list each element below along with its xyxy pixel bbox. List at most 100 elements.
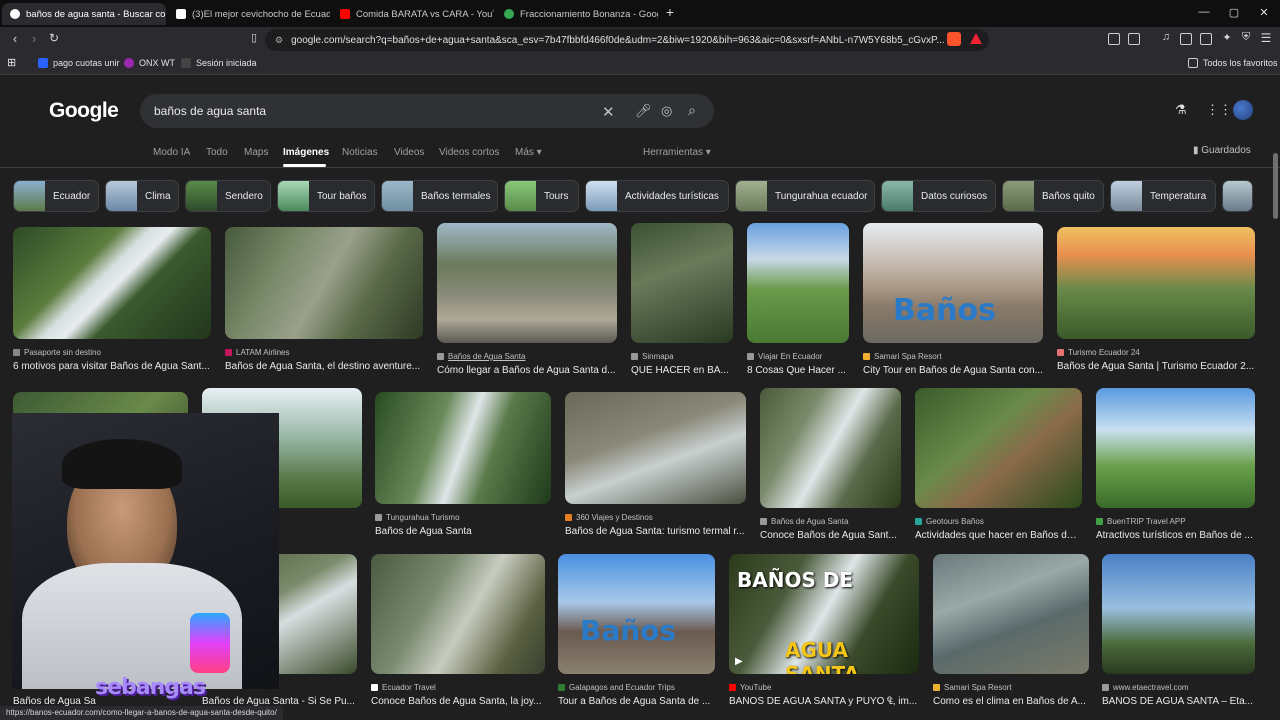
tab-todo[interactable]: Todo — [206, 147, 228, 158]
tab-noticias[interactable]: Noticias — [342, 147, 378, 158]
browser-tab[interactable]: Fraccionamiento Bonanza - Google M — [496, 3, 658, 25]
image-result[interactable]: Baños de Agua Santa Conoce Baños de Agua… — [760, 388, 901, 541]
result-title[interactable]: Baños de Agua Santa, el destino aventure… — [225, 361, 423, 372]
minimize-button[interactable]: — — [1194, 6, 1214, 18]
forward-button[interactable]: › — [25, 31, 43, 46]
image-result[interactable]: www.etaectravel.com BAÑOS DE AGUA SANTA … — [1102, 554, 1255, 707]
chip-banos-quito[interactable]: Baños quito — [1002, 180, 1104, 212]
wallet-icon[interactable] — [1200, 33, 1212, 45]
result-title[interactable]: 6 motivos para visitar Baños de Agua San… — [13, 361, 211, 372]
result-thumbnail[interactable]: BAÑOS DE AGUA SANTA ▶ — [729, 554, 919, 674]
browser-tab[interactable]: Comida BARATA vs CARA - YouTube — [332, 3, 494, 25]
chip-ecuador[interactable]: Ecuador — [13, 180, 99, 212]
result-title[interactable]: BAÑOS DE AGUA SANTA – Eta... — [1102, 696, 1255, 707]
chip-tours[interactable]: Tours — [504, 180, 579, 212]
result-thumbnail[interactable]: Baños — [558, 554, 715, 674]
result-title[interactable]: Conoce Baños de Agua Santa, la joy... — [371, 696, 545, 707]
screenshot-icon[interactable] — [1128, 33, 1140, 45]
vpn-shield-icon[interactable]: ⛨ — [1237, 31, 1255, 44]
tab-videos-cortos[interactable]: Videos cortos — [439, 147, 499, 158]
search-box[interactable]: baños de agua santa — [140, 94, 714, 128]
image-result[interactable]: Baños Galapagos and Ecuador Trips Tour a… — [558, 554, 715, 707]
brave-rewards-icon[interactable] — [970, 33, 982, 44]
result-thumbnail[interactable] — [1057, 227, 1255, 339]
chip-tungurahua-ecuador[interactable]: Tungurahua ecuador — [735, 180, 875, 212]
image-result[interactable]: Baños Samari Spa Resort City Tour en Bañ… — [863, 223, 1043, 376]
image-result[interactable]: 360 Viajes y Destinos Baños de Agua Sant… — [565, 392, 746, 537]
result-thumbnail[interactable] — [565, 392, 746, 504]
voice-search-icon[interactable]: 🎤︎ — [635, 103, 652, 119]
menu-icon[interactable]: ☰ — [1257, 31, 1275, 45]
result-thumbnail[interactable] — [375, 392, 551, 504]
result-title[interactable]: BAÑOS DE AGUA SANTA y PUYO ₠, im... — [729, 696, 919, 707]
back-button[interactable]: ‹ — [6, 31, 24, 46]
result-thumbnail[interactable] — [437, 223, 617, 343]
tools-button[interactable]: Herramientas ▾ — [643, 147, 711, 158]
result-thumbnail[interactable]: Baños — [863, 223, 1043, 343]
chip-clima[interactable]: Clima — [105, 180, 179, 212]
result-title[interactable]: Como es el clima en Baños de A... — [933, 696, 1089, 707]
site-info-icon[interactable]: ⚙ — [275, 35, 283, 46]
result-title[interactable]: Actividades que hacer en Baños de ... — [915, 530, 1082, 541]
image-result[interactable]: BAÑOS DE AGUA SANTA ▶ YouTube BAÑOS DE A… — [729, 554, 919, 707]
image-result[interactable]: Sinmapa QUÉ HACER en BA... — [631, 223, 733, 376]
tab-maps[interactable]: Maps — [244, 147, 268, 158]
image-result[interactable]: Geotours Baños Actividades que hacer en … — [915, 388, 1082, 541]
tab-modo-ia[interactable]: Modo IA — [153, 147, 190, 158]
bookmark-icon[interactable]: ▯ — [245, 31, 263, 44]
image-result[interactable]: Turismo Ecuador 24 Baños de Agua Santa |… — [1057, 227, 1255, 372]
image-result[interactable]: Viajar En Ecuador 8 Cosas Que Hacer ... — [747, 223, 849, 376]
result-title[interactable]: Baños de Agua Santa — [375, 526, 551, 537]
media-icon[interactable]: ♫ — [1157, 31, 1175, 43]
result-thumbnail[interactable] — [13, 227, 211, 339]
browser-tab[interactable]: (3)El mejor cevichocho de Ecuador| m — [168, 3, 330, 25]
image-result[interactable]: Pasaporte sin destino 6 motivos para vis… — [13, 227, 211, 372]
scrollbar[interactable] — [1273, 153, 1278, 219]
all-bookmarks-folder[interactable]: Todos los favoritos — [1188, 58, 1278, 68]
result-title[interactable]: 8 Cosas Que Hacer ... — [747, 365, 849, 376]
image-result[interactable]: Baños de Agua Santa Cómo llegar a Baños … — [437, 223, 617, 376]
result-thumbnail[interactable] — [225, 227, 423, 339]
reload-button[interactable]: ↻ — [45, 31, 63, 45]
tab-videos[interactable]: Videos — [394, 147, 424, 158]
tab-imagenes[interactable]: Imágenes — [283, 147, 329, 158]
extensions-icon[interactable] — [1108, 33, 1120, 45]
result-thumbnail[interactable] — [915, 388, 1082, 508]
apps-icon[interactable]: ⊞ — [7, 56, 16, 69]
image-result[interactable]: Ecuador Travel Conoce Baños de Agua Sant… — [371, 554, 545, 707]
google-logo[interactable]: Google — [49, 99, 119, 123]
result-title[interactable]: Atractivos turísticos en Baños de ... — [1096, 530, 1255, 541]
clear-search-icon[interactable]: ✕ — [602, 103, 615, 121]
labs-icon[interactable]: ⚗ — [1175, 102, 1187, 118]
search-input[interactable]: baños de agua santa — [154, 104, 266, 118]
lens-search-icon[interactable]: ◎ — [661, 103, 672, 119]
search-icon[interactable]: ⌕ — [688, 102, 696, 119]
avatar[interactable] — [1233, 100, 1253, 120]
result-thumbnail[interactable] — [631, 223, 733, 343]
chip-actividades-turisticas[interactable]: Actividades turísticas — [585, 180, 729, 212]
new-tab-button[interactable]: + — [660, 4, 680, 20]
result-title[interactable]: City Tour en Baños de Agua Santa con... — [863, 365, 1043, 376]
bookmark-item[interactable]: Sesión iniciada — [181, 58, 257, 68]
image-result[interactable]: Tungurahua Turismo Baños de Agua Santa — [375, 392, 551, 537]
bookmark-item[interactable]: ONX WT — [124, 58, 175, 68]
image-result[interactable]: Samari Spa Resort Como es el clima en Ba… — [933, 554, 1089, 707]
chip-banos-termales[interactable]: Baños termales — [381, 180, 498, 212]
result-thumbnail[interactable] — [371, 554, 545, 674]
result-thumbnail[interactable] — [1102, 554, 1255, 674]
image-result[interactable]: BuenTRIP Travel APP Atractivos turístico… — [1096, 388, 1255, 541]
result-thumbnail[interactable] — [933, 554, 1089, 674]
result-thumbnail[interactable] — [1096, 388, 1255, 508]
sidebar-icon[interactable] — [1180, 33, 1192, 45]
address-bar[interactable]: ⚙ google.com/search?q=baños+de+agua+sant… — [265, 29, 989, 51]
google-apps-icon[interactable]: ⋮⋮ — [1206, 102, 1232, 118]
result-title[interactable]: Cómo llegar a Baños de Agua Santa d... — [437, 365, 617, 376]
chip-temperatura[interactable]: Temperatura — [1110, 180, 1216, 212]
browser-tab-active[interactable]: baños de agua santa - Buscar con Google … — [2, 3, 166, 25]
result-title[interactable]: Conoce Baños de Agua Sant... — [760, 530, 901, 541]
chip-more[interactable] — [1222, 180, 1253, 212]
result-title[interactable]: Baños de Agua Santa: turismo termal r... — [565, 526, 746, 537]
saved-button[interactable]: ▮ Guardados — [1193, 145, 1251, 156]
close-window-button[interactable]: ✕ — [1254, 6, 1274, 19]
result-title[interactable]: QUÉ HACER en BA... — [631, 365, 733, 376]
